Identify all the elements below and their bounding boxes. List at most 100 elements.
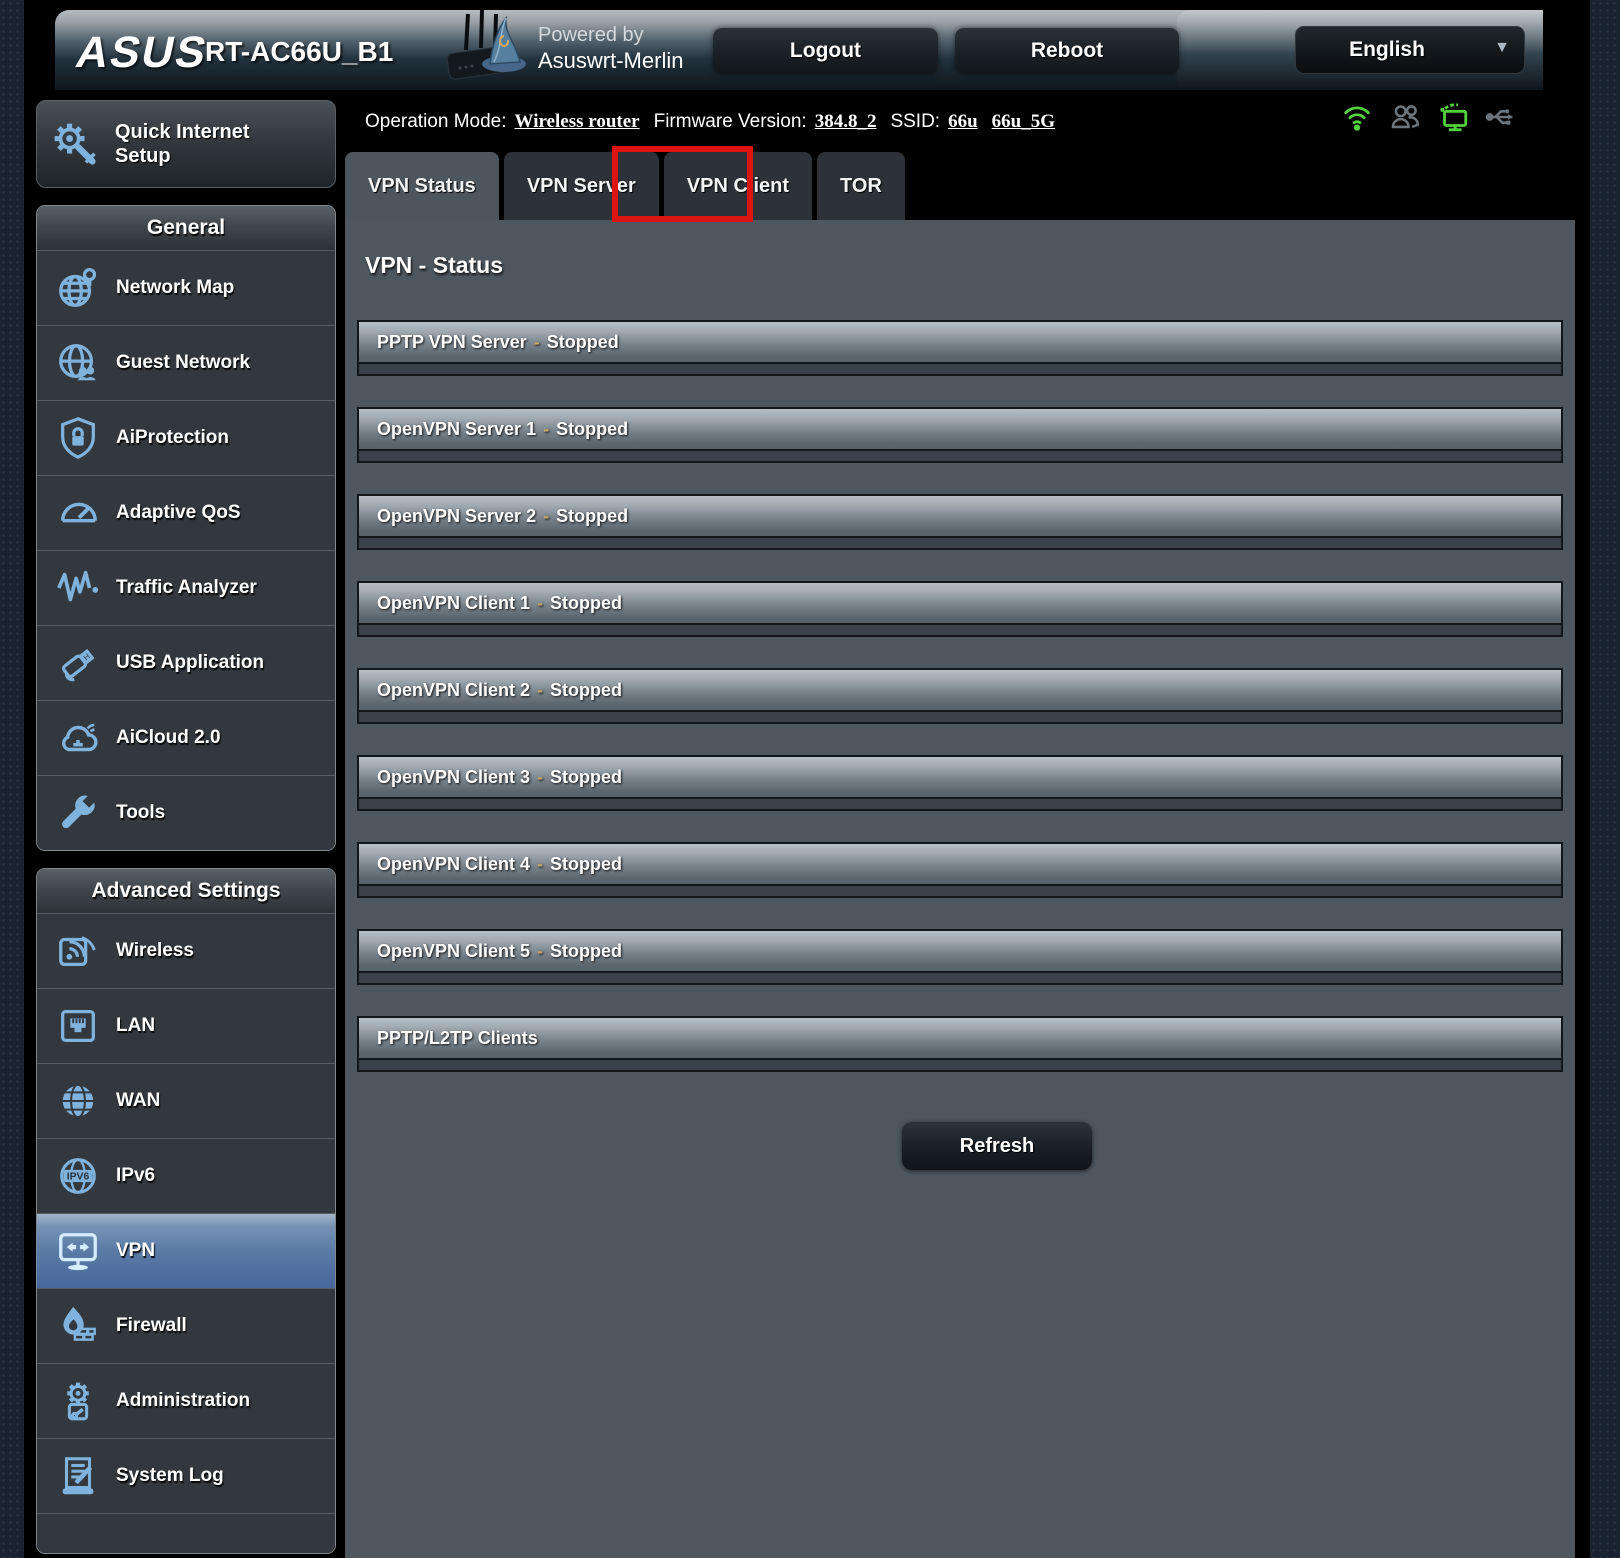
section-label: OpenVPN Client 1 (377, 593, 530, 613)
sidebar-item-partial (37, 1513, 335, 1553)
tab-vpn-status[interactable]: VPN Status (345, 152, 499, 220)
sidebar-item-label: WAN (116, 1090, 160, 1112)
section-header[interactable]: PPTP/L2TP Clients (359, 1018, 1561, 1058)
section-header[interactable]: OpenVPN Client 2-Stopped (359, 670, 1561, 710)
network-map-icon (53, 265, 103, 311)
language-selected-value: English (1296, 27, 1478, 73)
sidebar-item-usb-application[interactable]: USB Application (37, 625, 335, 700)
sidebar-item-wireless[interactable]: Wireless (37, 913, 335, 988)
sidebar-item-label: AiCloud 2.0 (116, 727, 221, 749)
sidebar-item-vpn[interactable]: VPN (37, 1213, 335, 1288)
section-status: Stopped (550, 767, 622, 787)
section-header[interactable]: OpenVPN Client 3-Stopped (359, 757, 1561, 797)
separator-dash: - (534, 332, 540, 352)
router-model-name: RT-AC66U_B1 (205, 36, 393, 68)
reboot-button[interactable]: Reboot (955, 28, 1179, 74)
waveform-icon (53, 565, 103, 611)
sidebar-item-administration[interactable]: Administration (37, 1363, 335, 1438)
section-openvpn-client-5[interactable]: OpenVPN Client 5-Stopped (357, 929, 1563, 985)
right-texture-strip (1590, 0, 1620, 1558)
sidebar-item-adaptive-qos[interactable]: Adaptive QoS (37, 475, 335, 550)
chevron-down-icon: ▼ (1494, 39, 1510, 57)
section-status: Stopped (550, 593, 622, 613)
section-label: OpenVPN Server 1 (377, 419, 536, 439)
section-header[interactable]: OpenVPN Client 5-Stopped (359, 931, 1561, 971)
sidebar-item-system-log[interactable]: System Log (37, 1438, 335, 1513)
section-collapsed-body (359, 710, 1561, 722)
sidebar-item-wan[interactable]: WAN (37, 1063, 335, 1138)
cloud-icon (53, 715, 103, 761)
section-openvpn-client-2[interactable]: OpenVPN Client 2-Stopped (357, 668, 1563, 724)
usb-icon[interactable] (1484, 100, 1518, 134)
sidebar-item-tools[interactable]: Tools (37, 775, 335, 850)
section-header[interactable]: OpenVPN Server 1-Stopped (359, 409, 1561, 449)
gear-wrench-icon (49, 118, 101, 170)
sidebar-item-quick-internet-setup[interactable]: Quick Internet Setup (36, 100, 336, 188)
sidebar-item-lan[interactable]: LAN (37, 988, 335, 1063)
wireless-icon (53, 928, 103, 974)
separator-dash: - (537, 680, 543, 700)
system-log-icon (53, 1453, 103, 1499)
wired-client-icon[interactable] (1436, 100, 1470, 134)
sidebar-item-ipv6[interactable]: IPV6 IPv6 (37, 1138, 335, 1213)
sidebar-item-label: Wireless (116, 940, 194, 962)
tab-vpn-server[interactable]: VPN Server (504, 152, 659, 220)
tab-tor[interactable]: TOR (817, 152, 905, 220)
section-header[interactable]: OpenVPN Client 1-Stopped (359, 583, 1561, 623)
section-header[interactable]: OpenVPN Client 4-Stopped (359, 844, 1561, 884)
top-banner: ASUS RT-AC66U_B1 Powered by Asuswrt-Merl… (55, 10, 1543, 90)
section-label: OpenVPN Client 5 (377, 941, 530, 961)
separator-dash: - (537, 767, 543, 787)
tab-bar: VPN Status VPN Server VPN Client TOR (345, 152, 910, 220)
tab-vpn-client[interactable]: VPN Client (664, 152, 812, 220)
section-pptp-l2tp-clients[interactable]: PPTP/L2TP Clients (357, 1016, 1563, 1072)
sidebar-item-label: VPN (116, 1240, 155, 1262)
section-header[interactable]: OpenVPN Server 2-Stopped (359, 496, 1561, 536)
section-openvpn-client-4[interactable]: OpenVPN Client 4-Stopped (357, 842, 1563, 898)
refresh-button[interactable]: Refresh (902, 1122, 1092, 1170)
firmware-version-link[interactable]: 384.8_2 (815, 111, 877, 133)
section-collapsed-body (359, 362, 1561, 374)
language-dropdown[interactable]: English ▼ (1295, 26, 1525, 74)
wrench-icon (53, 790, 103, 836)
wifi-icon[interactable] (1340, 100, 1374, 134)
gauge-icon (53, 490, 103, 536)
sidebar-item-label: Quick Internet Setup (115, 120, 285, 168)
section-openvpn-client-1[interactable]: OpenVPN Client 1-Stopped (357, 581, 1563, 637)
section-header[interactable]: PPTP VPN Server-Stopped (359, 322, 1561, 362)
operation-mode-link[interactable]: Wireless router (515, 111, 640, 133)
clients-icon[interactable] (1388, 100, 1422, 134)
section-status: Stopped (556, 506, 628, 526)
section-status: Stopped (547, 332, 619, 352)
sidebar-item-label: Adaptive QoS (116, 502, 241, 524)
infobar: Operation Mode: Wireless router Firmware… (365, 104, 1061, 140)
section-status: Stopped (550, 941, 622, 961)
section-pptp-vpn-server[interactable]: PPTP VPN Server-Stopped (357, 320, 1563, 376)
section-collapsed-body (359, 971, 1561, 983)
section-status: Stopped (550, 680, 622, 700)
ssid-5g-link[interactable]: 66u_5G (992, 111, 1055, 133)
section-openvpn-server-2[interactable]: OpenVPN Server 2-Stopped (357, 494, 1563, 550)
section-collapsed-body (359, 1058, 1561, 1070)
ssid-24g-link[interactable]: 66u (948, 111, 978, 133)
logout-button[interactable]: Logout (713, 28, 938, 74)
operation-mode-label: Operation Mode: (365, 111, 507, 133)
section-openvpn-server-1[interactable]: OpenVPN Server 1-Stopped (357, 407, 1563, 463)
sidebar-item-traffic-analyzer[interactable]: Traffic Analyzer (37, 550, 335, 625)
vpn-status-sections: PPTP VPN Server-Stopped OpenVPN Server 1… (357, 320, 1563, 1103)
sidebar-item-aicloud[interactable]: AiCloud 2.0 (37, 700, 335, 775)
sidebar-item-guest-network[interactable]: Guest Network (37, 325, 335, 400)
section-openvpn-client-3[interactable]: OpenVPN Client 3-Stopped (357, 755, 1563, 811)
section-collapsed-body (359, 797, 1561, 809)
asus-logo: ASUS (72, 28, 213, 78)
section-label: PPTP VPN Server (377, 332, 527, 352)
sidebar-item-network-map[interactable]: Network Map (37, 250, 335, 325)
content-panel: VPN - Status PPTP VPN Server-Stopped Ope… (345, 220, 1575, 1558)
sidebar-group-title: General (37, 206, 335, 250)
sidebar-item-label: Administration (116, 1390, 250, 1412)
section-label: OpenVPN Server 2 (377, 506, 536, 526)
separator-dash: - (543, 419, 549, 439)
sidebar-item-firewall[interactable]: Firewall (37, 1288, 335, 1363)
left-texture-strip (0, 0, 24, 1558)
sidebar-item-aiprotection[interactable]: AiProtection (37, 400, 335, 475)
